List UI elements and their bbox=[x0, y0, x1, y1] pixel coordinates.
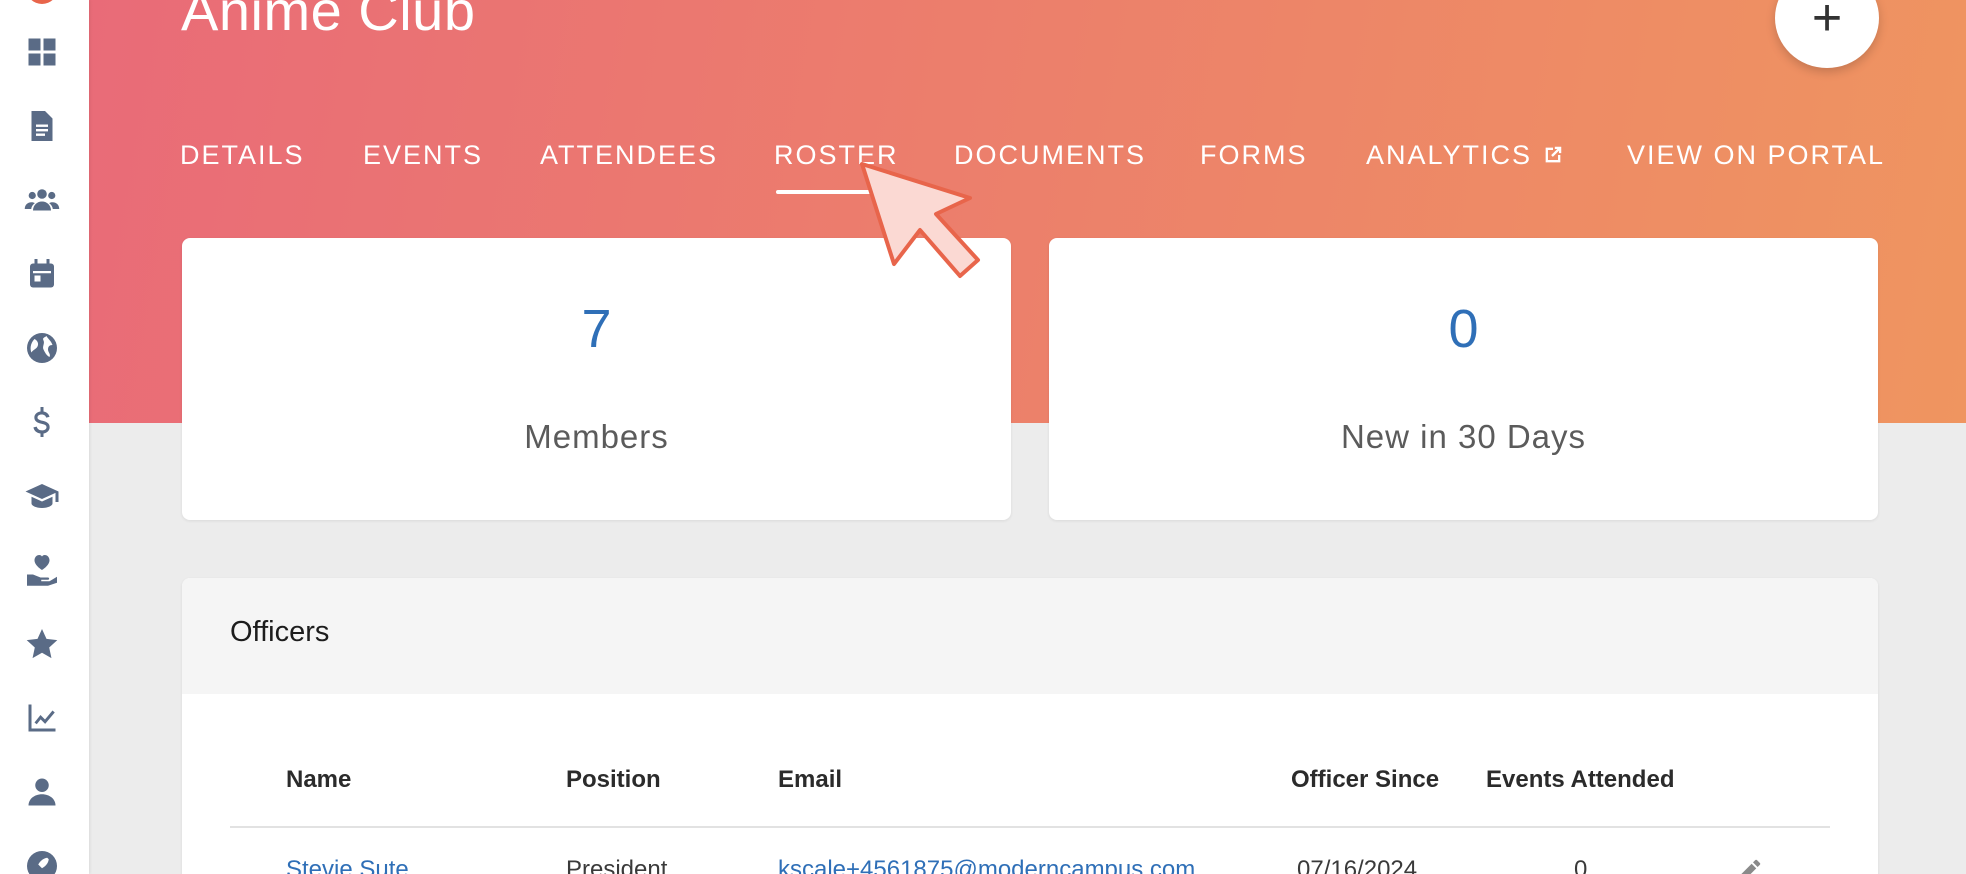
dashboard-icon[interactable] bbox=[22, 32, 62, 72]
mouse-cursor-icon bbox=[860, 162, 980, 278]
tab-view-on-portal[interactable]: VIEW ON PORTAL bbox=[1627, 136, 1885, 196]
tab-forms[interactable]: FORMS bbox=[1200, 136, 1308, 196]
pencil-icon[interactable] bbox=[1734, 856, 1764, 874]
external-link-icon bbox=[1545, 146, 1562, 163]
officer-since: 07/16/2024 bbox=[1297, 856, 1418, 874]
stat-value: 0 bbox=[1448, 299, 1479, 359]
users-icon[interactable] bbox=[22, 180, 62, 220]
tab-attendees[interactable]: ATTENDEES bbox=[540, 136, 718, 196]
officer-name-link[interactable]: Stevie Sute bbox=[286, 856, 409, 874]
plus-icon: + bbox=[1811, 0, 1843, 47]
stat-card-new-members: 0 New in 30 Days bbox=[1049, 238, 1878, 520]
stat-value: 7 bbox=[581, 299, 612, 359]
line-chart-icon[interactable] bbox=[22, 698, 62, 738]
sidebar bbox=[0, 0, 89, 874]
column-header-events-attended[interactable]: Events Attended bbox=[1486, 766, 1674, 794]
user-icon[interactable] bbox=[22, 772, 62, 812]
officer-email-link[interactable]: kscale+4561875@moderncampus.com bbox=[778, 856, 1195, 874]
graduation-cap-icon[interactable] bbox=[22, 476, 62, 516]
events-attended-count: 0 bbox=[1574, 856, 1588, 874]
panel-title: Officers bbox=[230, 616, 330, 648]
officers-panel: Officers Name Position Email Officer Sin… bbox=[182, 578, 1878, 874]
tab-details[interactable]: DETAILS bbox=[180, 136, 305, 196]
stat-label: New in 30 Days bbox=[1340, 418, 1587, 455]
panel-header: Officers bbox=[182, 578, 1878, 694]
tab-events[interactable]: EVENTS bbox=[363, 136, 483, 196]
globe-icon[interactable] bbox=[22, 328, 62, 368]
hand-heart-icon[interactable] bbox=[22, 550, 62, 590]
table-header-divider bbox=[230, 826, 1830, 828]
dollar-icon[interactable] bbox=[22, 402, 62, 442]
column-header-officer-since[interactable]: Officer Since bbox=[1291, 766, 1439, 794]
column-header-name[interactable]: Name bbox=[286, 766, 351, 794]
logo[interactable] bbox=[26, 0, 58, 4]
stat-label: Members bbox=[524, 418, 669, 455]
star-icon[interactable] bbox=[22, 624, 62, 664]
tab-analytics[interactable]: ANALYTICS bbox=[1366, 136, 1564, 196]
officer-position: President bbox=[566, 856, 668, 874]
calendar-icon[interactable] bbox=[22, 254, 62, 294]
page-title: Anime Club bbox=[181, 0, 476, 42]
column-header-email[interactable]: Email bbox=[778, 766, 842, 794]
column-header-position[interactable]: Position bbox=[566, 766, 661, 794]
rocket-icon[interactable] bbox=[22, 846, 62, 874]
org-tabs: DETAILS EVENTS ATTENDEES ROSTER DOCUMENT… bbox=[180, 136, 1883, 196]
document-icon[interactable] bbox=[22, 106, 62, 146]
